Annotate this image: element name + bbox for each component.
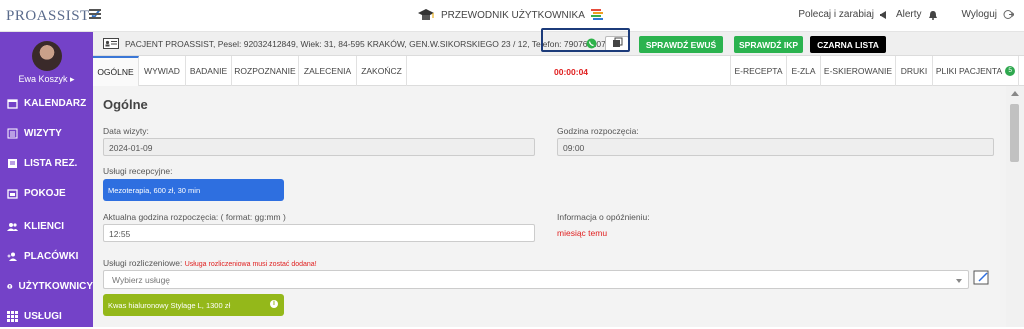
calendar-icon [7, 98, 18, 109]
graduation-cap-icon [418, 9, 434, 20]
id-card-icon [103, 38, 119, 49]
service-select-placeholder: Wybierz usługę [112, 275, 171, 285]
check-ikp-button[interactable]: SPRAWDŹ IKP [734, 36, 803, 53]
sidebar-item-rooms[interactable]: POKOJE [0, 180, 93, 206]
tab-diagnosis[interactable]: ROZPOZNANIE [232, 56, 299, 86]
user-guide-link[interactable]: PRZEWODNIK UŻYTKOWNIKA [417, 8, 603, 22]
delay-info-label: Informacja o opóźnieniu: [557, 212, 650, 222]
billing-label-text: Usługi rozliczeniowe: [103, 258, 183, 268]
billing-chip-label: Kwas hialuronowy Stylage L, 1300 zł [108, 301, 231, 310]
list-icon [7, 128, 18, 138]
visit-timer: 00:00:04 [554, 67, 589, 77]
tab-patient-files-label: PLIKI PACJENTA [935, 66, 1003, 76]
start-time-field: 09:00 [557, 138, 994, 156]
sidebar-item-visits[interactable]: WIZYTY [0, 120, 93, 146]
start-time-label: Godzina rozpoczęcia: [557, 126, 639, 136]
sidebar-item-clients[interactable]: KLIENCI [0, 213, 93, 239]
tab-finish[interactable]: ZAKOŃCZ [357, 56, 407, 86]
sidebar-item-calendar[interactable]: KALENDARZ [0, 90, 93, 116]
sidebar-item-label: PLACÓWKI [24, 250, 79, 262]
sidebar-item-label: POKOJE [24, 187, 66, 199]
visit-date-label: Data wizyty: [103, 126, 149, 136]
tab-general[interactable]: OGÓLNE [93, 56, 139, 86]
highlight-frame [541, 28, 630, 52]
avatar[interactable] [32, 41, 62, 71]
actual-start-input[interactable]: 12:55 [103, 224, 535, 242]
sidebar-item-reservation-list[interactable]: LISTA REZ. [0, 150, 93, 176]
edit-icon[interactable] [973, 269, 990, 286]
service-select[interactable]: Wybierz usługę [103, 270, 969, 289]
sidebar-item-label: USŁUGI [24, 310, 62, 322]
tab-e-referral[interactable]: E-SKIEROWANIE [821, 56, 896, 86]
tab-prints[interactable]: DRUKI [896, 56, 933, 86]
user-name[interactable]: Ewa Koszyk ▸ [0, 74, 93, 85]
megaphone-icon [879, 10, 886, 19]
sidebar-item-services[interactable]: USŁUGI [0, 303, 93, 329]
logo-text: PROASSIST [6, 8, 90, 24]
menu-icon[interactable] [89, 9, 101, 19]
billing-services-label: Usługi rozliczeniowe: Usługa rozliczenio… [103, 258, 317, 268]
check-ewus-button[interactable]: SPRAWDŹ EWUŚ [639, 36, 723, 53]
actual-start-label: Aktualna godzina rozpoczęcia: ( format: … [103, 212, 286, 222]
tab-e-prescription[interactable]: E-RECEPTA [730, 56, 787, 86]
tab-examination[interactable]: BADANIE [186, 56, 232, 86]
tab-e-zla[interactable]: E-ZLA [787, 56, 821, 86]
sidebar-item-label: LISTA REZ. [24, 157, 78, 169]
page-title: Ogólne [103, 97, 148, 112]
alerts-link[interactable]: Alerty [896, 9, 922, 20]
tab-patient-files[interactable]: PLIKI PACJENTA 5 [933, 56, 1019, 86]
reception-service-chip[interactable]: Mezoterapia, 600 zł, 30 min [103, 179, 284, 201]
bell-icon[interactable] [928, 10, 938, 20]
top-bar: PROASSIST✓ PRZEWODNIK UŻYTKOWNIKA Poleca… [0, 0, 1024, 32]
blacklist-button[interactable]: CZARNA LISTA [810, 36, 886, 53]
sidebar-item-label: KLIENCI [24, 220, 64, 232]
guide-label: PRZEWODNIK UŻYTKOWNIKA [441, 9, 585, 21]
sidebar-item-label: UŻYTKOWNICY [18, 280, 93, 292]
checklist-icon [590, 9, 603, 20]
grid-icon [7, 310, 18, 322]
main-content: Ogólne Data wizyty: 2024-01-09 Godzina r… [93, 86, 1006, 327]
sidebar-item-label: WIZYTY [24, 127, 62, 139]
patient-info: PACJENT PROASSIST, Pesel: 92032412849, W… [125, 39, 606, 49]
document-icon [8, 158, 17, 168]
calendar-icon [7, 188, 18, 199]
logout-icon[interactable] [1003, 9, 1014, 20]
user-plus-icon [7, 252, 17, 261]
visit-date-field: 2024-01-09 [103, 138, 535, 156]
sidebar-item-label: KALENDARZ [24, 97, 87, 109]
info-icon[interactable]: i [270, 300, 278, 308]
sidebar-item-users[interactable]: UŻYTKOWNICY [0, 273, 93, 299]
tab-interview[interactable]: WYWIAD [139, 56, 186, 86]
scroll-up-icon[interactable] [1011, 91, 1019, 96]
billing-service-chip[interactable]: Kwas hialuronowy Stylage L, 1300 zł i [103, 294, 284, 316]
sidebar-item-branches[interactable]: PLACÓWKI [0, 243, 93, 269]
user-circle-icon [7, 283, 13, 289]
scrollbar[interactable] [1006, 86, 1024, 327]
tab-recommendations[interactable]: ZALECENIA [299, 56, 357, 86]
tab-bar: OGÓLNE WYWIAD BADANIE ROZPOZNANIE ZALECE… [93, 56, 1024, 86]
recommend-link[interactable]: Polecaj i zarabiaj [798, 9, 874, 20]
chevron-down-icon [956, 279, 962, 283]
reception-services-label: Usługi recepcyjne: [103, 166, 173, 176]
sidebar: Ewa Koszyk ▸ KALENDARZ WIZYTY LISTA REZ.… [0, 32, 93, 327]
billing-warning: Usługa rozliczeniowa musi zostać dodana! [184, 261, 317, 268]
scrollbar-thumb[interactable] [1010, 104, 1019, 162]
users-icon [7, 222, 18, 231]
logout-link[interactable]: Wyloguj [962, 9, 997, 20]
files-count-badge: 5 [1005, 66, 1016, 76]
delay-info-value: miesiąc temu [557, 228, 608, 238]
